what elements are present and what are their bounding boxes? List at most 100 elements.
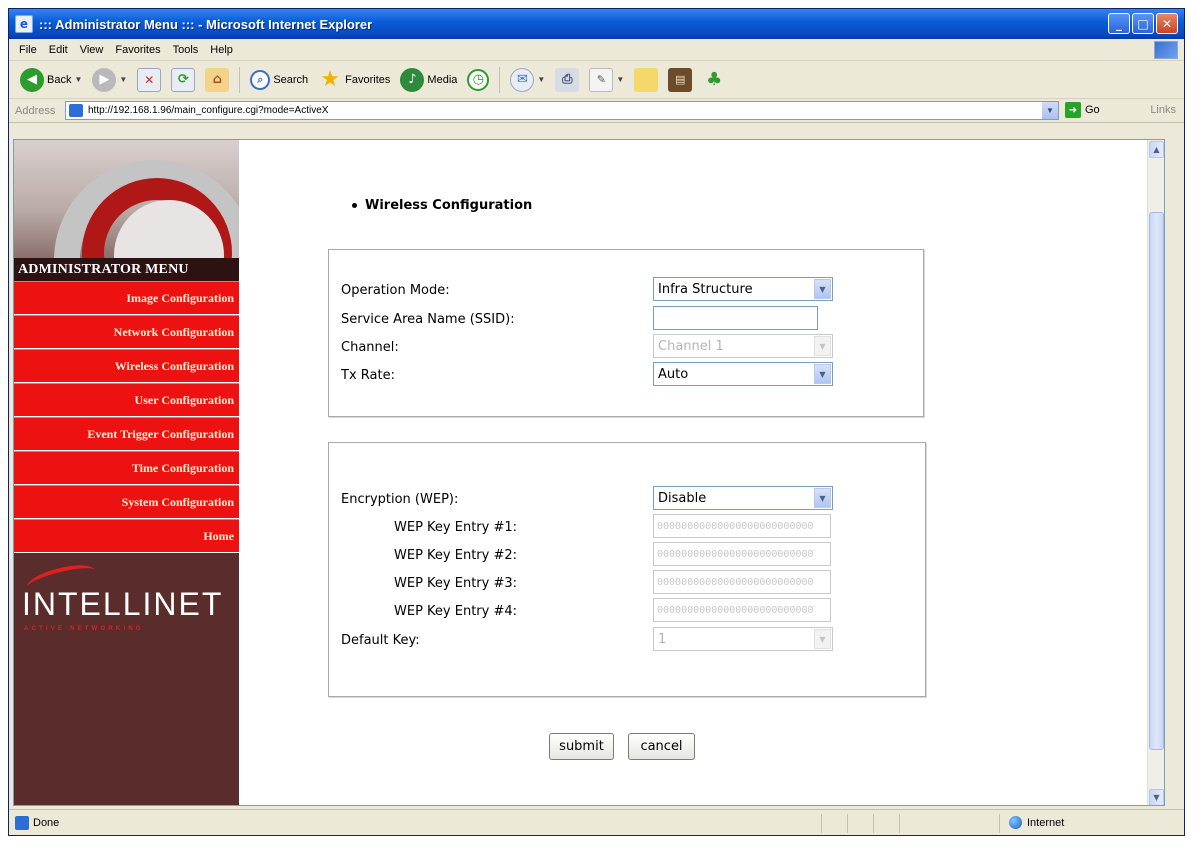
chevron-down-icon: ▼ [814, 364, 831, 384]
channel-label: Channel: [341, 339, 399, 355]
channel-select[interactable]: Channel 1 ▼ [653, 334, 833, 358]
menu-file[interactable]: File [13, 44, 43, 56]
sidebar-item-system-configuration[interactable]: System Configuration [14, 485, 239, 519]
media-icon: ♪ [400, 67, 425, 92]
globe-icon [1009, 816, 1022, 829]
forward-button[interactable]: ▶ ▼ [89, 67, 130, 92]
operation-mode-value: Infra Structure [658, 281, 753, 297]
folder-button[interactable] [631, 67, 661, 92]
refresh-icon: ⟳ [171, 67, 196, 92]
sidebar-item-user-configuration[interactable]: User Configuration [14, 383, 239, 417]
encryption-panel: Encryption (WEP): Disable ▼ WEP Key Entr… [328, 442, 926, 697]
wep-key-3-label: WEP Key Entry #3: [394, 575, 518, 591]
ie-icon: e [15, 15, 33, 33]
wep-key-4-input[interactable]: 00000000000000000000000000 [653, 598, 831, 622]
chevron-down-icon: ▼ [616, 75, 625, 84]
history-button[interactable]: ◷ [464, 68, 492, 91]
tx-rate-select[interactable]: Auto ▼ [653, 362, 833, 386]
wep-key-4-row: WEP Key Entry #4: [341, 599, 517, 623]
sidebar-item-network-configuration[interactable]: Network Configuration [14, 315, 239, 349]
vertical-scrollbar[interactable]: ▲ ▼ [1147, 140, 1164, 805]
menu-edit[interactable]: Edit [43, 44, 74, 56]
star-icon: ★ [320, 67, 341, 92]
admin-sidebar: ADMINISTRATOR MENU Image Configuration N… [14, 140, 239, 805]
submit-button[interactable]: submit [549, 733, 614, 760]
research-button[interactable]: ▤ [665, 67, 695, 92]
toolbar-divider [239, 66, 241, 93]
favorites-label: Favorites [345, 73, 391, 86]
links-button[interactable]: Links [1150, 104, 1176, 116]
home-button[interactable]: ⌂ [202, 67, 232, 92]
address-input[interactable]: http://192.168.1.96/main_configure.cgi?m… [65, 101, 1059, 120]
stop-button[interactable]: ✕ [134, 67, 164, 92]
history-icon: ◷ [467, 68, 490, 91]
wep-key-3-input[interactable]: 00000000000000000000000000 [653, 570, 831, 594]
default-key-value: 1 [658, 631, 667, 647]
menu-favorites[interactable]: Favorites [109, 44, 166, 56]
operation-mode-row: Operation Mode: [341, 278, 450, 302]
encryption-value: Disable [658, 490, 707, 506]
menu-bar: File Edit View Favorites Tools Help [9, 39, 1184, 61]
chevron-down-icon: ▼ [814, 279, 831, 299]
status-divider [821, 814, 822, 833]
sidebar-item-event-trigger-configuration[interactable]: Event Trigger Configuration [14, 417, 239, 451]
maximize-button[interactable]: □ [1132, 13, 1154, 34]
scrollbar-thumb[interactable] [1149, 212, 1164, 750]
sidebar-item-wireless-configuration[interactable]: Wireless Configuration [14, 349, 239, 383]
wep-key-1-input[interactable]: 00000000000000000000000000 [653, 514, 831, 538]
mail-button[interactable]: ✉ ▼ [507, 67, 548, 92]
close-button[interactable]: ✕ [1156, 13, 1178, 34]
tx-rate-label: Tx Rate: [341, 367, 395, 383]
logo-subtitle: ACTIVE NETWORKING [24, 626, 144, 632]
wep-key-2-input[interactable]: 00000000000000000000000000 [653, 542, 831, 566]
wep-key-1-label: WEP Key Entry #1: [394, 519, 518, 535]
media-button[interactable]: ♪ Media [397, 67, 460, 92]
sidebar-item-image-configuration[interactable]: Image Configuration [14, 281, 239, 315]
status-divider [999, 814, 1000, 833]
default-key-select[interactable]: 1 ▼ [653, 627, 833, 651]
messenger-button[interactable]: ♣ [699, 68, 729, 92]
print-icon: ⎙ [555, 67, 580, 92]
address-url: http://192.168.1.96/main_configure.cgi?m… [88, 105, 329, 116]
edit-button[interactable]: ✎ ▼ [586, 67, 627, 92]
wireless-settings-panel: Operation Mode: Infra Structure ▼ Servic… [328, 249, 924, 417]
back-arrow-icon: ◀ [20, 67, 44, 92]
operation-mode-label: Operation Mode: [341, 282, 450, 298]
menu-help[interactable]: Help [204, 44, 239, 56]
menu-tools[interactable]: Tools [167, 44, 205, 56]
sidebar-item-time-configuration[interactable]: Time Configuration [14, 451, 239, 485]
operation-mode-select[interactable]: Infra Structure ▼ [653, 277, 833, 301]
scroll-down-icon[interactable]: ▼ [1149, 789, 1164, 805]
default-key-row: Default Key: [341, 628, 420, 652]
print-button[interactable]: ⎙ [552, 67, 582, 92]
back-button[interactable]: ◀ Back ▼ [17, 67, 85, 92]
ssid-input[interactable] [653, 306, 818, 330]
search-button[interactable]: ⌕ Search [247, 69, 311, 90]
encryption-select[interactable]: Disable ▼ [653, 486, 833, 510]
wep-key-4-label: WEP Key Entry #4: [394, 603, 518, 619]
toolbar-divider [499, 66, 501, 93]
logo-text: INTELLINET [22, 586, 224, 622]
tx-rate-row: Tx Rate: [341, 363, 395, 387]
channel-row: Channel: [341, 335, 399, 359]
address-dropdown-icon[interactable]: ▼ [1042, 102, 1058, 119]
go-button[interactable]: ➜ Go [1065, 102, 1100, 118]
minimize-button[interactable]: _ [1108, 13, 1130, 34]
go-arrow-icon: ➜ [1065, 102, 1081, 118]
sidebar-item-home[interactable]: Home [14, 519, 239, 553]
window-controls: _ □ ✕ [1108, 13, 1178, 34]
status-text: Done [33, 817, 60, 829]
menu-view[interactable]: View [74, 44, 110, 56]
stop-icon: ✕ [137, 67, 162, 92]
scroll-up-icon[interactable]: ▲ [1149, 141, 1164, 158]
cancel-button[interactable]: cancel [628, 733, 695, 760]
page-icon [69, 104, 83, 117]
zone-text: Internet [1027, 816, 1065, 829]
favorites-button[interactable]: ★ Favorites [315, 67, 393, 92]
page-title: Wireless Configuration [352, 198, 532, 213]
refresh-button[interactable]: ⟳ [168, 67, 198, 92]
wep-key-3-value: 00000000000000000000000000 [657, 576, 814, 588]
encryption-label: Encryption (WEP): [341, 491, 459, 507]
chevron-down-icon: ▼ [814, 336, 831, 356]
wep-key-2-row: WEP Key Entry #2: [341, 543, 517, 567]
